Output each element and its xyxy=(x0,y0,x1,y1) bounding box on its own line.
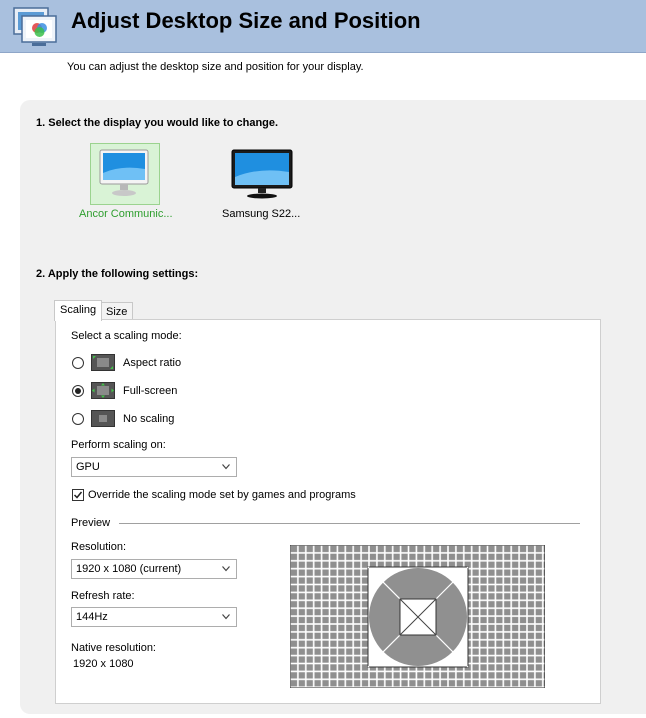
display-ancor-label: Ancor Communic... xyxy=(79,208,173,220)
page-subtitle: You can adjust the desktop size and posi… xyxy=(67,61,364,73)
resolution-value: 1920 x 1080 (current) xyxy=(76,563,182,575)
perform-scaling-value: GPU xyxy=(76,461,100,473)
monitor-icon xyxy=(99,149,149,196)
scaling-preview-image xyxy=(290,545,545,688)
resolution-select[interactable]: 1920 x 1080 (current) xyxy=(71,559,237,579)
display-samsung-label: Samsung S22... xyxy=(222,208,301,220)
refresh-rate-select[interactable]: 144Hz xyxy=(71,607,237,627)
native-resolution-value: 1920 x 1080 xyxy=(73,658,134,670)
override-scaling-label: Override the scaling mode set by games a… xyxy=(88,489,356,501)
refresh-rate-label: Refresh rate: xyxy=(71,590,135,602)
page-title: Adjust Desktop Size and Position xyxy=(71,8,421,33)
perform-scaling-select[interactable]: GPU xyxy=(71,457,237,477)
refresh-rate-value: 144Hz xyxy=(76,611,108,623)
chevron-down-icon xyxy=(222,464,230,470)
section-apply-settings-label: 2. Apply the following settings: xyxy=(36,268,199,280)
override-scaling-checkbox[interactable] xyxy=(72,489,84,501)
display-settings-icon xyxy=(13,7,57,46)
chevron-down-icon xyxy=(222,566,230,572)
preview-label: Preview xyxy=(71,517,111,529)
aspect-ratio-label: Aspect ratio xyxy=(123,357,182,369)
no-scaling-icon xyxy=(91,410,115,427)
monitor-icon xyxy=(231,149,293,199)
full-screen-radio[interactable] xyxy=(72,385,84,397)
checkmark-icon xyxy=(73,491,83,499)
section-select-display-label: 1. Select the display you would like to … xyxy=(36,117,279,129)
native-resolution-label: Native resolution: xyxy=(71,642,156,654)
aspect-ratio-icon xyxy=(91,354,115,371)
full-screen-label: Full-screen xyxy=(123,385,178,397)
preview-divider xyxy=(119,523,580,524)
resolution-label: Resolution: xyxy=(71,541,127,553)
full-screen-icon xyxy=(91,382,115,399)
tab-scaling[interactable]: Scaling xyxy=(54,300,103,321)
chevron-down-icon xyxy=(222,614,230,620)
no-scaling-label: No scaling xyxy=(123,413,175,425)
no-scaling-radio[interactable] xyxy=(72,413,84,425)
scaling-mode-label: Select a scaling mode: xyxy=(71,330,182,342)
perform-scaling-label: Perform scaling on: xyxy=(71,439,166,451)
aspect-ratio-radio[interactable] xyxy=(72,357,84,369)
page-header: Adjust Desktop Size and Position xyxy=(0,0,646,53)
